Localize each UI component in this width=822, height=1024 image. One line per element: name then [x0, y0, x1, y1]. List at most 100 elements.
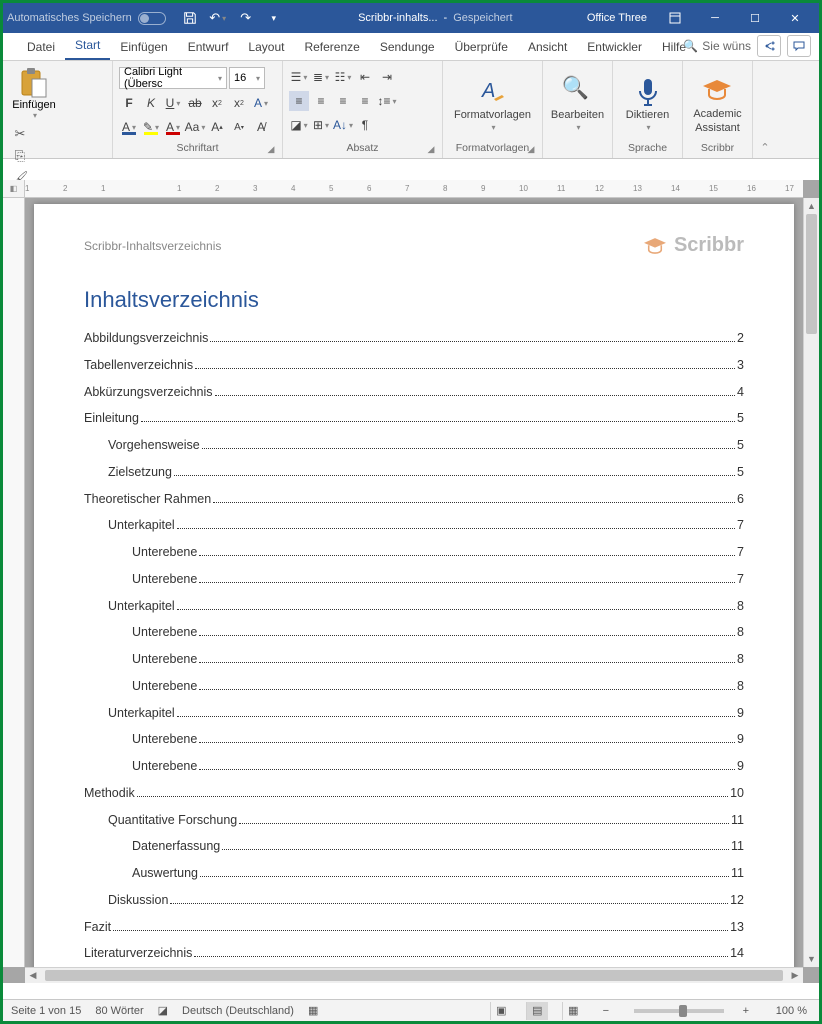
font-fill-button[interactable]: A▾	[119, 117, 139, 137]
minimize-icon[interactable]: ─	[695, 3, 735, 33]
align-center-button[interactable]: ≡	[311, 91, 331, 111]
toc-entry[interactable]: Unterebene 9	[84, 730, 744, 749]
toc-entry[interactable]: Fazit 13	[84, 918, 744, 937]
subscript-button[interactable]: x2	[207, 93, 227, 113]
dialog-launcher-icon[interactable]: ◢	[526, 144, 536, 154]
highlight-button[interactable]: ✎▾	[141, 117, 161, 137]
sort-button[interactable]: A↓▾	[333, 115, 353, 135]
font-name-dropdown[interactable]: Calibri Light (Übersc▾	[119, 67, 227, 89]
vertical-ruler[interactable]	[3, 198, 25, 967]
undo-icon[interactable]: ↶▾	[208, 8, 228, 28]
bold-button[interactable]: F	[119, 93, 139, 113]
editing-button[interactable]: 🔍 Bearbeiten ▾	[551, 75, 604, 132]
toc-entry[interactable]: Unterkapitel 8	[84, 597, 744, 616]
toc-entry[interactable]: Einleitung 5	[84, 409, 744, 428]
vertical-scrollbar[interactable]: ▲ ▼	[803, 198, 819, 967]
paste-button[interactable]: Einfügen ▾	[9, 67, 59, 120]
status-macro-icon[interactable]: ▦	[308, 1004, 318, 1017]
zoom-level[interactable]: 100 %	[776, 1005, 807, 1017]
align-right-button[interactable]: ≡	[333, 91, 353, 111]
tab-ansicht[interactable]: Ansicht	[518, 36, 577, 60]
maximize-icon[interactable]: ☐	[735, 3, 775, 33]
status-spellcheck-icon[interactable]: ◪	[158, 1004, 168, 1017]
toc-entry[interactable]: Quantitative Forschung 11	[84, 811, 744, 830]
document-title[interactable]: Inhaltsverzeichnis	[84, 287, 744, 313]
shading-button[interactable]: ◪▾	[289, 115, 309, 135]
toc-entry[interactable]: Theoretischer Rahmen 6	[84, 490, 744, 509]
toc-entry[interactable]: Unterebene 8	[84, 650, 744, 669]
borders-button[interactable]: ⊞▾	[311, 115, 331, 135]
scroll-down-icon[interactable]: ▼	[804, 951, 819, 967]
numbering-button[interactable]: ≣▾	[311, 67, 331, 87]
redo-icon[interactable]: ↷	[236, 8, 256, 28]
toc-entry[interactable]: Abkürzungsverzeichnis 4	[84, 383, 744, 402]
tab-uberprufen[interactable]: Überprüfe	[445, 36, 518, 60]
increase-indent-button[interactable]: ⇥	[377, 67, 397, 87]
styles-button[interactable]: A Formatvorlagen ▾	[454, 75, 531, 132]
multilevel-button[interactable]: ☷▾	[333, 67, 353, 87]
ruler-corner[interactable]: ◧	[3, 180, 25, 198]
toc-entry[interactable]: Tabellenverzeichnis 3	[84, 356, 744, 375]
toc-entry[interactable]: Zielsetzung 5	[84, 463, 744, 482]
save-icon[interactable]	[180, 8, 200, 28]
page-viewport[interactable]: Scribbr-Inhaltsverzeichnis Scribbr Inhal…	[25, 198, 803, 967]
font-size-dropdown[interactable]: 16▾	[229, 67, 265, 89]
line-spacing-button[interactable]: ↕≡▾	[377, 91, 397, 111]
tab-entwickler[interactable]: Entwickler	[577, 36, 652, 60]
page[interactable]: Scribbr-Inhaltsverzeichnis Scribbr Inhal…	[34, 204, 794, 967]
view-print-layout-icon[interactable]: ▤	[526, 1002, 548, 1020]
toc-entry[interactable]: Diskussion 12	[84, 891, 744, 910]
toc-entry[interactable]: Unterebene 8	[84, 623, 744, 642]
italic-button[interactable]: K	[141, 93, 161, 113]
zoom-slider[interactable]	[634, 1009, 724, 1013]
qat-customize-icon[interactable]: ▾	[264, 8, 284, 28]
scroll-left-icon[interactable]: ◀	[25, 968, 41, 983]
underline-button[interactable]: U▾	[163, 93, 183, 113]
align-left-button[interactable]: ≡	[289, 91, 309, 111]
toc-entry[interactable]: Datenerfassung 11	[84, 837, 744, 856]
decrease-indent-button[interactable]: ⇤	[355, 67, 375, 87]
cut-icon[interactable]: ✂	[9, 124, 31, 144]
copy-icon[interactable]: ⎘	[9, 146, 31, 166]
zoom-slider-handle[interactable]	[679, 1005, 687, 1017]
scrollbar-thumb[interactable]	[806, 214, 817, 334]
dialog-launcher-icon[interactable]: ◢	[266, 144, 276, 154]
share-button[interactable]	[757, 35, 781, 57]
grow-font-button[interactable]: A▴	[207, 117, 227, 137]
scrollbar-thumb[interactable]	[45, 970, 783, 981]
clear-formatting-button[interactable]: A̸	[251, 117, 271, 137]
toc-entry[interactable]: Unterebene 8	[84, 677, 744, 696]
toggle-switch-icon[interactable]	[138, 12, 166, 25]
toc-entry[interactable]: Abbildungsverzeichnis 2	[84, 329, 744, 348]
tab-referenzen[interactable]: Referenze	[294, 36, 369, 60]
font-color-button[interactable]: A▾	[163, 117, 183, 137]
status-word-count[interactable]: 80 Wörter	[95, 1005, 143, 1017]
text-effects-button[interactable]: A▾	[251, 93, 271, 113]
tab-sendungen[interactable]: Sendunge	[370, 36, 445, 60]
shrink-font-button[interactable]: A▾	[229, 117, 249, 137]
zoom-out-button[interactable]: −	[598, 1005, 614, 1017]
academic-assistant-button[interactable]: Academic Assistant	[693, 74, 741, 134]
toc-entry[interactable]: Unterkapitel 9	[84, 704, 744, 723]
change-case-button[interactable]: Aa▾	[185, 117, 205, 137]
close-icon[interactable]: ✕	[775, 3, 815, 33]
horizontal-ruler[interactable]: 121123456789101112131415161718	[3, 180, 803, 198]
toc-entry[interactable]: Unterkapitel 7	[84, 516, 744, 535]
status-page[interactable]: Seite 1 von 15	[11, 1005, 81, 1017]
table-of-contents[interactable]: Abbildungsverzeichnis 2 Tabellenverzeichn…	[84, 329, 744, 967]
comments-button[interactable]	[787, 35, 811, 57]
toc-entry[interactable]: Vorgehensweise 5	[84, 436, 744, 455]
user-label[interactable]: Office Three	[587, 12, 647, 24]
status-language[interactable]: Deutsch (Deutschland)	[182, 1005, 294, 1017]
toc-entry[interactable]: Auswertung 11	[84, 864, 744, 883]
dialog-launcher-icon[interactable]: ◢	[426, 144, 436, 154]
horizontal-scrollbar[interactable]: ◀ ▶	[25, 967, 803, 983]
autosave-toggle[interactable]: Automatisches Speichern	[7, 12, 166, 25]
dictate-button[interactable]: Diktieren ▾	[626, 75, 669, 132]
tab-layout[interactable]: Layout	[238, 36, 294, 60]
view-web-layout-icon[interactable]: ▦	[562, 1002, 584, 1020]
tab-start[interactable]: Start	[65, 34, 110, 60]
justify-button[interactable]: ≡	[355, 91, 375, 111]
toc-entry[interactable]: Literaturverzeichnis 14	[84, 944, 744, 963]
collapse-ribbon-icon[interactable]: ⌃	[753, 61, 777, 158]
